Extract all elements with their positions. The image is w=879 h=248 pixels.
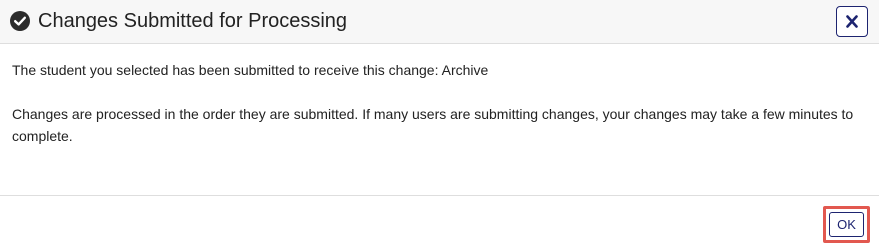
ok-button-highlight: OK: [823, 206, 870, 243]
check-circle-icon: [10, 11, 30, 31]
submission-message: The student you selected has been submit…: [12, 62, 489, 78]
dialog-header: Changes Submitted for Processing: [0, 0, 879, 44]
ok-button[interactable]: OK: [829, 212, 864, 237]
changes-submitted-dialog: Changes Submitted for Processing The stu…: [0, 0, 879, 248]
dialog-body: The student you selected has been submit…: [0, 45, 879, 195]
dialog-footer: OK: [0, 195, 879, 248]
processing-note: Changes are processed in the order they …: [12, 106, 854, 144]
close-icon: [846, 15, 858, 28]
close-button[interactable]: [836, 6, 868, 37]
dialog-title: Changes Submitted for Processing: [38, 10, 348, 32]
